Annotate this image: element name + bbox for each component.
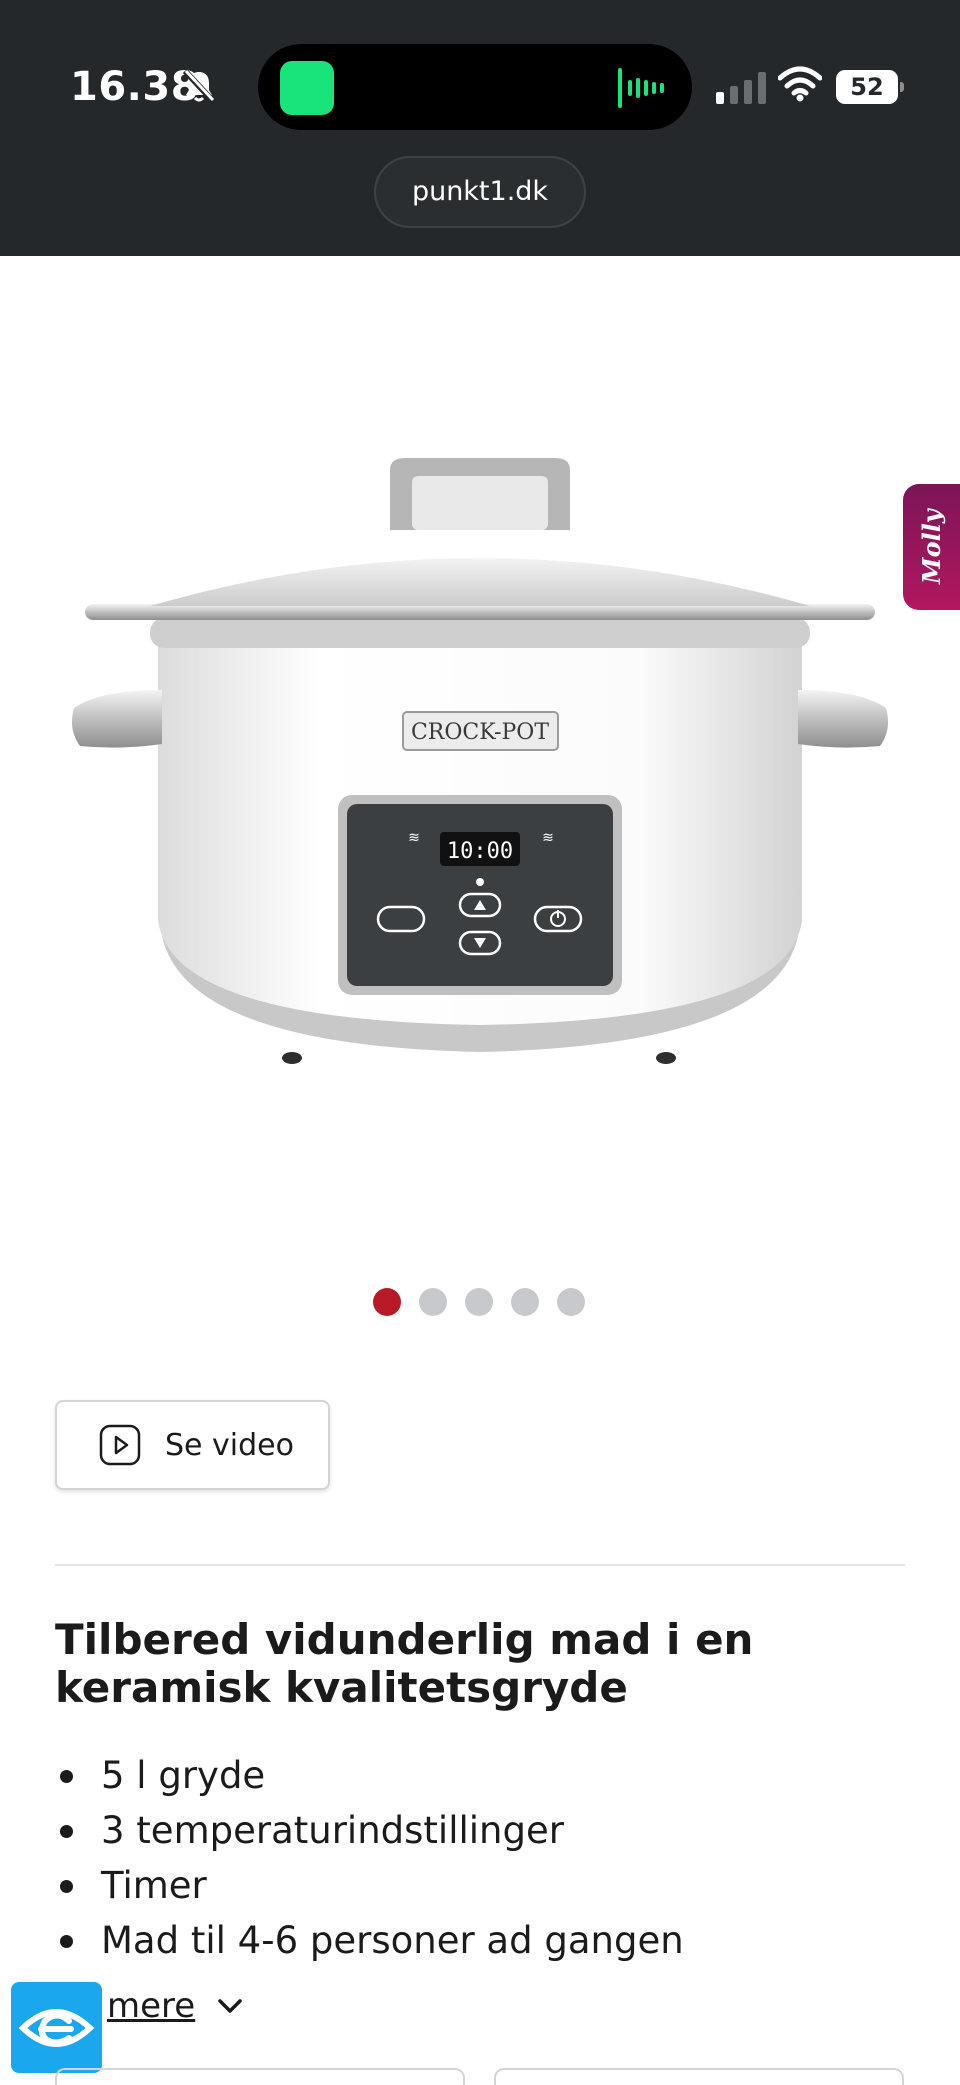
see-video-button[interactable]: Se video (55, 1400, 330, 1490)
carousel-dots (373, 1288, 587, 1318)
app-icon (280, 61, 334, 115)
feature-item: 5 l gryde (55, 1748, 915, 1803)
chevron-down-icon (218, 1999, 242, 2013)
dynamic-island[interactable] (258, 44, 692, 130)
see-video-label: Se video (165, 1427, 294, 1463)
wifi-icon (778, 66, 822, 102)
status-time: 16.38 (70, 64, 200, 110)
show-more-label: mere (107, 1986, 196, 2026)
feature-item: 3 temperaturindstillinger (55, 1803, 915, 1858)
option-card[interactable] (55, 2068, 465, 2085)
molly-chat-tab[interactable]: Molly (903, 484, 960, 610)
svg-text:≋: ≋ (542, 830, 554, 846)
feature-item: Timer (55, 1858, 915, 1913)
show-more-link[interactable]: mere (107, 1986, 243, 2026)
molly-label: Molly (917, 509, 946, 585)
carousel-dot[interactable] (511, 1288, 539, 1316)
battery-icon: 52 (836, 70, 904, 104)
eye-icon (18, 2009, 95, 2047)
audio-bars-icon (618, 68, 664, 108)
feature-item: Mad til 4-6 personer ad gangen (55, 1913, 915, 1968)
battery-level: 52 (836, 70, 898, 104)
brand-label: CROCK-POT (411, 720, 549, 745)
cellular-signal-icon (716, 72, 766, 104)
accessibility-eye-button[interactable] (11, 1982, 102, 2073)
address-bar[interactable]: punkt1.dk (374, 156, 586, 228)
carousel-dot[interactable] (557, 1288, 585, 1316)
divider (55, 1564, 905, 1566)
option-card[interactable] (494, 2068, 904, 2085)
bell-slash-icon (182, 68, 216, 104)
play-icon (99, 1424, 141, 1466)
product-image[interactable]: CROCK-POT 10:00 ≋ ≋ (60, 440, 900, 1080)
feature-list: 5 l gryde 3 temperaturindstillinger Time… (55, 1748, 915, 1968)
svg-text:≋: ≋ (408, 830, 420, 846)
carousel-dot[interactable] (419, 1288, 447, 1316)
status-bar: 16.38 52 punkt1.dk (0, 0, 960, 256)
carousel-dot[interactable] (465, 1288, 493, 1316)
display-time: 10:00 (447, 839, 513, 864)
description-headline: Tilbered vidunderlig mad i en keramisk k… (55, 1615, 754, 1712)
carousel-dot[interactable] (373, 1288, 401, 1316)
